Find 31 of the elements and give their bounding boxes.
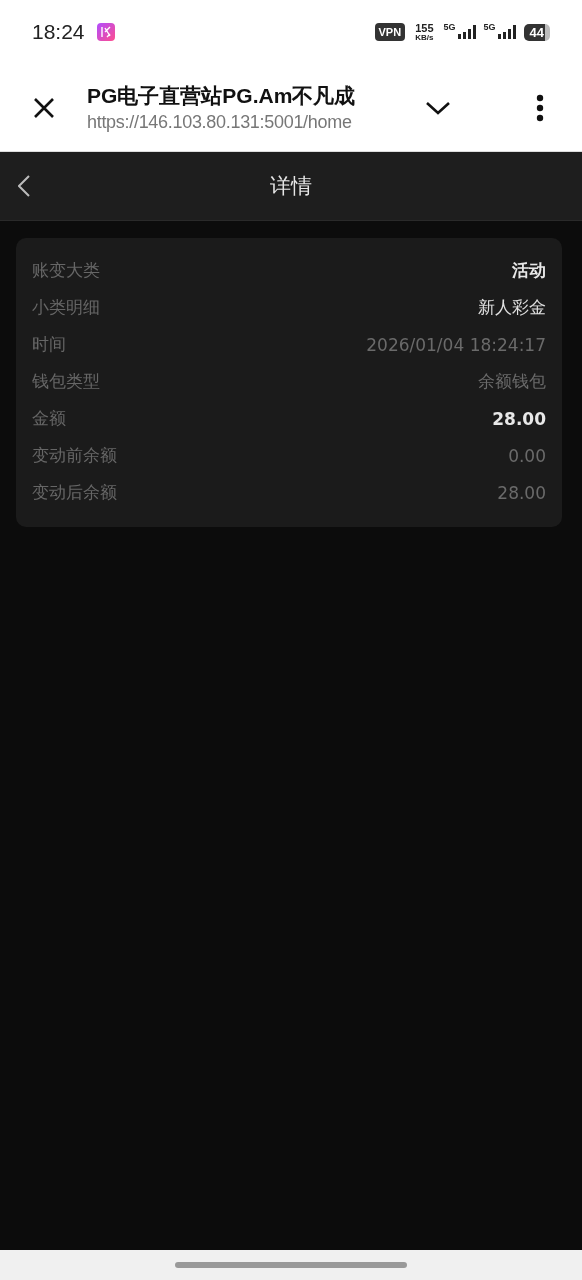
network-type: 5G xyxy=(443,22,456,32)
status-time: 18:24 xyxy=(32,20,85,44)
signal-icon xyxy=(457,25,478,39)
detail-label: 钱包类型 xyxy=(32,370,100,393)
chevron-down-icon[interactable] xyxy=(425,99,451,116)
page-url: https://146.103.80.131:5001/home xyxy=(87,112,353,133)
header-title: 详情 xyxy=(270,173,312,200)
detail-label: 变动前余额 xyxy=(32,444,117,467)
detail-label: 时间 xyxy=(32,333,66,356)
detail-value: 余额钱包 xyxy=(478,370,546,393)
detail-value: 新人彩金 xyxy=(478,296,546,319)
detail-value: 28.00 xyxy=(492,408,546,429)
network-type: 5G xyxy=(483,22,496,32)
page-title: PG电子直营站PG.Am不凡成 xyxy=(87,83,357,109)
signal-icon xyxy=(497,25,518,39)
detail-label: 金额 xyxy=(32,407,66,430)
app-icon xyxy=(96,23,115,41)
detail-value: 活动 xyxy=(512,259,546,282)
detail-label: 账变大类 xyxy=(32,259,100,282)
detail-value: 28.00 xyxy=(497,482,546,503)
network-speed: 155 xyxy=(415,22,434,34)
vpn-badge: VPN xyxy=(374,23,406,41)
speed-unit: KB/s xyxy=(415,33,434,42)
detail-label: 小类明细 xyxy=(32,296,100,319)
back-icon[interactable] xyxy=(18,175,30,197)
more-icon[interactable] xyxy=(536,93,544,122)
detail-value: 0.00 xyxy=(508,445,546,466)
detail-label: 变动后余额 xyxy=(32,481,117,504)
battery-level: 44 xyxy=(523,23,550,41)
detail-value: 2026/01/04 18:24:17 xyxy=(366,334,546,355)
close-icon[interactable] xyxy=(32,95,56,120)
